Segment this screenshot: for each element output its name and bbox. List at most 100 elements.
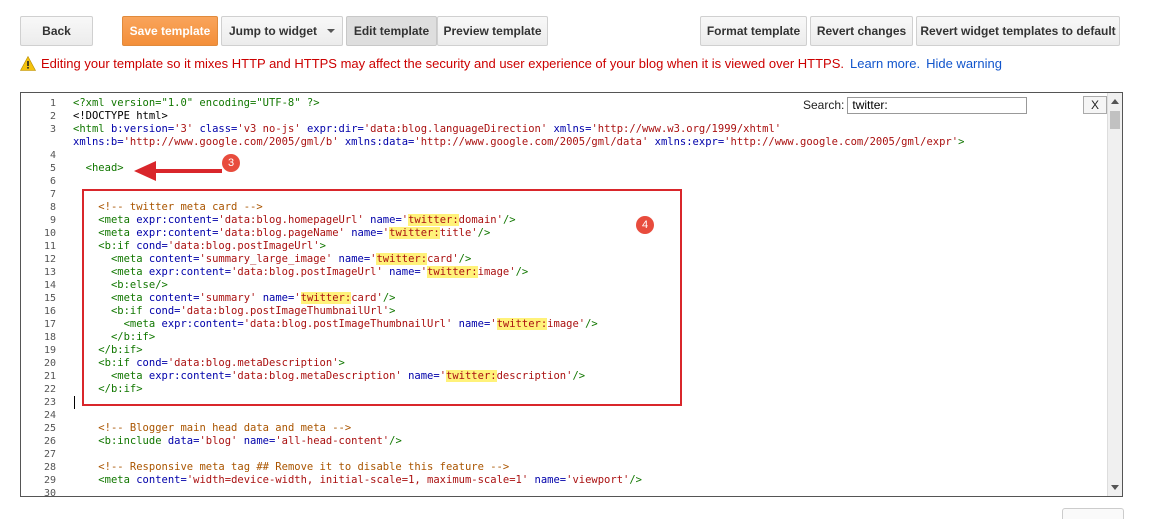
code-token: b:version=: [110, 123, 175, 135]
code-line: <meta content='width=device-width, initi…: [73, 474, 642, 487]
code-token: <!DOCTYPE html>: [73, 110, 168, 122]
code-token: 'v3 no-js': [237, 123, 301, 135]
line-number: 22: [43, 384, 56, 395]
line-number-gutter: 1 2 3 4 5 6 7 8 9 10 11 12 13 14 15 16 17 18 19 20 21 22 23 24 2…: [21, 93, 59, 496]
line-number: 9: [49, 215, 56, 226]
code-token: xmlns:data=: [344, 136, 415, 148]
line-number: 18: [43, 332, 56, 343]
code-token: />: [629, 474, 642, 486]
code-line: <!-- Blogger main head data and meta -->: [73, 422, 351, 435]
warning-triangle-icon: [20, 56, 36, 71]
preview-template-tab[interactable]: Preview template: [437, 16, 548, 46]
learn-more-link[interactable]: Learn more.: [850, 56, 920, 71]
search-bar: Search:: [803, 95, 1038, 115]
line-number: 3: [49, 124, 56, 135]
code-token: '3': [174, 123, 194, 135]
line-number: 11: [43, 241, 56, 252]
line-number: 17: [43, 319, 56, 330]
https-warning: Editing your template so it mixes HTTP a…: [20, 56, 1002, 71]
editor-scrollbar[interactable]: [1107, 93, 1122, 496]
caret-down-icon: [327, 29, 335, 33]
code-token: content=: [136, 474, 187, 486]
code-token: <html: [73, 123, 111, 135]
annotation-box-twitter-meta: [82, 189, 682, 406]
code-line: <head>: [73, 162, 124, 175]
code-token: <?xml version="1.0" encoding="UTF-8" ?>: [73, 97, 320, 109]
line-number: 13: [43, 267, 56, 278]
code-line: <html b:version='3' class='v3 no-js' exp…: [73, 123, 781, 136]
line-number: 12: [43, 254, 56, 265]
format-template-button[interactable]: Format template: [700, 16, 807, 46]
code-token: 'http://www.google.com/2005/gml/expr': [724, 136, 959, 148]
hide-warning-link[interactable]: Hide warning: [926, 56, 1002, 71]
line-number: 6: [49, 176, 56, 187]
code-line: xmlns:b= 'http://www.google.com/2005/gml/…: [73, 136, 964, 149]
code-token: xmlns=: [553, 123, 592, 135]
search-label: Search:: [803, 98, 845, 112]
line-number: 30: [43, 488, 56, 497]
template-code-editor[interactable]: 1 2 3 4 5 6 7 8 9 10 11 12 13 14 15 16 17 18 19 20 21 22 23 24 2…: [20, 92, 1123, 497]
code-token: data=: [167, 435, 200, 447]
code-token: xmlns:b=: [73, 136, 124, 148]
code-token: 'blog': [199, 435, 238, 447]
line-number: 28: [43, 462, 56, 473]
code-token: xmlns:expr=: [654, 136, 725, 148]
annotation-badge-4: 4: [636, 216, 654, 234]
code-token: 'data:blog.languageDirection': [363, 123, 548, 135]
code-line: <b:include data='blog' name='all-head-co…: [73, 435, 402, 448]
line-number: 21: [43, 371, 56, 382]
scroll-thumb[interactable]: [1110, 111, 1120, 129]
text-cursor: [74, 396, 75, 409]
jump-to-widget-dropdown[interactable]: Jump to widget: [221, 16, 343, 46]
scroll-down-icon[interactable]: [1111, 485, 1119, 490]
code-token: 'viewport': [566, 474, 630, 486]
code-token: name=: [243, 435, 276, 447]
code-token: <!-- Responsive meta tag ## Remove it to…: [98, 461, 510, 473]
line-number: 29: [43, 475, 56, 486]
code-token: 'http://www.google.com/2005/gml/data': [414, 136, 649, 148]
line-number: 27: [43, 449, 56, 460]
bottom-corner-tab: [1062, 508, 1124, 519]
line-number: 4: [49, 150, 56, 161]
line-number: 23: [43, 397, 56, 408]
search-input[interactable]: [847, 96, 1028, 114]
line-number: 10: [43, 228, 56, 239]
line-number: 14: [43, 280, 56, 291]
warning-message: Editing your template so it mixes HTTP a…: [41, 56, 844, 71]
code-token: <meta: [98, 474, 137, 486]
line-number: 24: [43, 410, 56, 421]
revert-widget-templates-button[interactable]: Revert widget templates to default: [916, 16, 1120, 46]
edit-template-tab[interactable]: Edit template: [346, 16, 437, 46]
jump-to-widget-label: Jump to widget: [229, 24, 317, 38]
code-token: <b:include: [98, 435, 168, 447]
code-token: class=: [199, 123, 238, 135]
code-line: <?xml version="1.0" encoding="UTF-8" ?>: [73, 97, 320, 110]
line-number: 1: [49, 98, 56, 109]
scroll-up-icon[interactable]: [1111, 99, 1119, 104]
code-line: <!-- Responsive meta tag ## Remove it to…: [73, 461, 509, 474]
line-number: 16: [43, 306, 56, 317]
line-number: 2: [49, 111, 56, 122]
line-number: 7: [49, 189, 56, 200]
line-number: 20: [43, 358, 56, 369]
save-template-button[interactable]: Save template: [122, 16, 218, 46]
line-number: 15: [43, 293, 56, 304]
code-token: name=: [534, 474, 567, 486]
close-search-button[interactable]: X: [1083, 96, 1107, 114]
revert-changes-button[interactable]: Revert changes: [810, 16, 913, 46]
line-number: 8: [49, 202, 56, 213]
code-token: expr:dir=: [306, 123, 364, 135]
code-token: 'all-head-content': [275, 435, 390, 447]
line-number: 25: [43, 423, 56, 434]
code-token: <!-- Blogger main head data and meta -->: [98, 422, 352, 434]
code-token: <head>: [85, 162, 124, 174]
code-token: />: [389, 435, 402, 447]
back-button[interactable]: Back: [20, 16, 93, 46]
line-number: 26: [43, 436, 56, 447]
code-token: 'width=device-width, initial-scale=1, ma…: [186, 474, 529, 486]
